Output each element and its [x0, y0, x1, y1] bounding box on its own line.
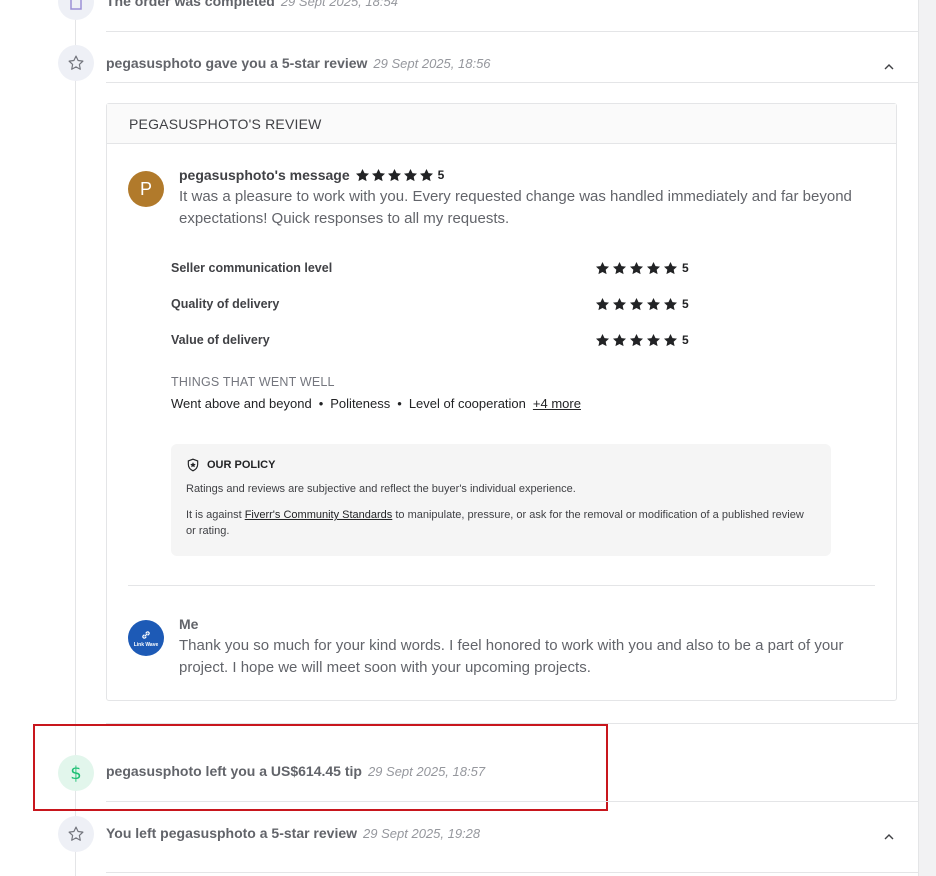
star-icon [613, 297, 626, 310]
buyer-message-header: pegasusphoto's message 5 [179, 167, 444, 183]
avatar[interactable]: Link Wave [128, 620, 164, 656]
star-icon [613, 333, 626, 346]
rating-value: 5 [682, 333, 689, 347]
rating-label: Quality of delivery [171, 297, 280, 311]
scrollbar-track[interactable] [918, 0, 936, 876]
rating-row: Value of delivery 5 [171, 330, 701, 350]
event-title: The order was completed 29 Sept 2025, 18:… [106, 0, 398, 9]
event-separator [106, 82, 918, 83]
went-well-list: Went above and beyond • Politeness • Lev… [171, 396, 581, 411]
star-icon [68, 55, 84, 70]
rating-value: 5 [437, 168, 445, 182]
went-well-item: Went above and beyond [171, 396, 312, 411]
review-card: PEGASUSPHOTO'S REVIEW P pegasusphoto's m… [106, 103, 897, 701]
event-separator [106, 31, 918, 32]
event-time: 29 Sept 2025, 18:56 [373, 56, 491, 71]
show-more-link[interactable]: +4 more [533, 396, 581, 411]
star-rating [595, 297, 678, 312]
response-text: Thank you so much for your kind words. I… [179, 637, 844, 676]
document-icon [70, 0, 82, 10]
star-rating [355, 168, 434, 183]
community-standards-link[interactable]: Fiverr's Community Standards [245, 509, 393, 521]
event-icon-circle [58, 0, 94, 20]
event-icon-circle [58, 816, 94, 852]
star-icon [630, 297, 643, 310]
star-icon [596, 297, 609, 310]
star-icon [403, 168, 417, 181]
star-icon [596, 333, 609, 346]
star-icon [371, 168, 385, 181]
rating-value: 5 [682, 297, 689, 311]
event-title: pegasusphoto gave you a 5-star review 29 … [106, 55, 491, 71]
rating-label: Seller communication level [171, 261, 333, 275]
avatar-brand-text: Link Wave [133, 641, 159, 648]
star-icon [647, 297, 660, 310]
star-icon [596, 261, 609, 274]
event-time: 29 Sept 2025, 19:28 [363, 826, 481, 841]
review-header: PEGASUSPHOTO'S REVIEW [107, 104, 896, 144]
event-separator [106, 872, 918, 873]
policy-title: OUR POLICY [186, 458, 816, 472]
chevron-up-icon[interactable] [882, 60, 896, 74]
event-icon-circle [58, 45, 94, 81]
link-icon [142, 630, 150, 639]
star-icon [664, 333, 677, 346]
response-author: Me [179, 616, 199, 632]
buyer-message-name: pegasusphoto's message [179, 167, 350, 183]
star-icon [613, 261, 626, 274]
event-title: You left pegasusphoto a 5-star review 29 … [106, 825, 481, 841]
chevron-up-icon[interactable] [882, 830, 896, 844]
policy-text: It is against Fiverr's Community Standar… [186, 509, 804, 537]
star-icon [387, 168, 401, 181]
star-rating [595, 333, 678, 348]
highlight-box [33, 724, 608, 811]
shield-icon [187, 458, 199, 472]
bullet-separator: • [397, 396, 402, 411]
buyer-message-text: It was a pleasure to work with you. Ever… [179, 188, 852, 227]
star-icon [664, 261, 677, 274]
rating-row: Seller communication level 5 [171, 258, 701, 278]
policy-text: Ratings and reviews are subjective and r… [186, 483, 576, 495]
event-time: 29 Sept 2025, 18:54 [280, 0, 398, 9]
rating-value: 5 [682, 261, 689, 275]
star-rating [595, 261, 678, 276]
went-well-item: Level of cooperation [408, 396, 526, 411]
star-icon [419, 168, 433, 181]
event-separator [106, 801, 918, 802]
rating-label: Value of delivery [171, 333, 270, 347]
star-icon [647, 261, 660, 274]
star-icon [68, 826, 84, 841]
star-icon [355, 168, 369, 181]
star-icon [630, 333, 643, 346]
bullet-separator: • [318, 396, 324, 411]
rating-row: Quality of delivery 5 [171, 294, 701, 314]
policy-box: OUR POLICY Ratings and reviews are subje… [171, 444, 831, 556]
star-icon [630, 261, 643, 274]
went-well-item: Politeness [330, 396, 391, 411]
star-icon [664, 297, 677, 310]
avatar[interactable]: P [128, 171, 164, 207]
went-well-title: THINGS THAT WENT WELL [171, 375, 335, 389]
star-icon [647, 333, 660, 346]
divider [128, 585, 875, 586]
